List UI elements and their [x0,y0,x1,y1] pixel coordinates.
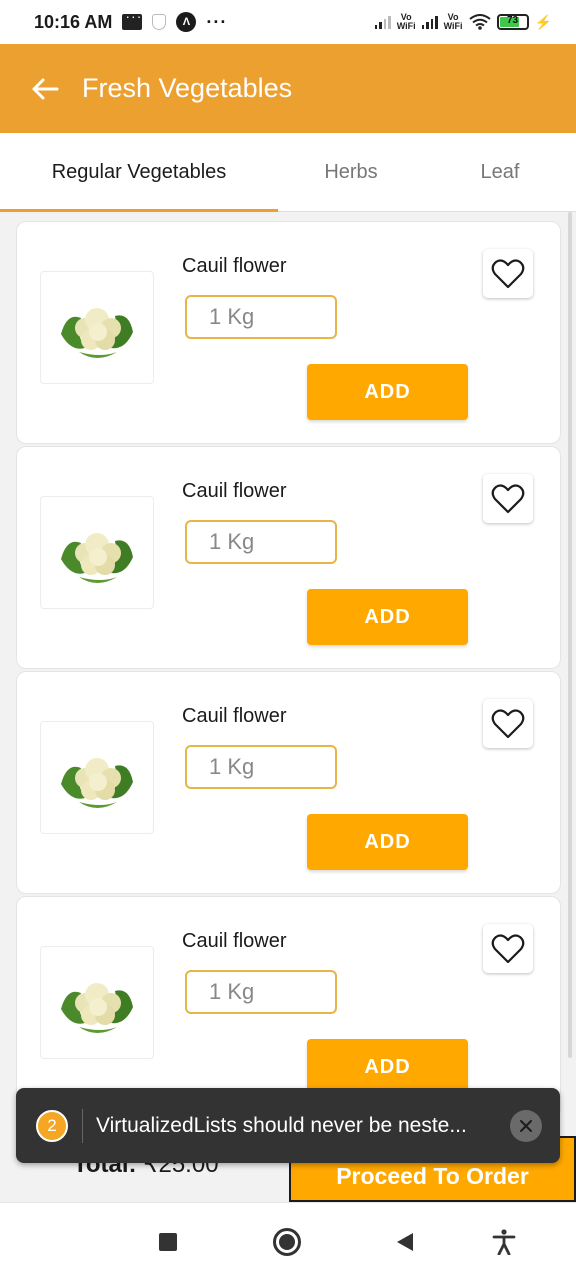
quantity-field[interactable]: 1 Kg [185,745,337,789]
product-name: Cauil flower [182,930,287,952]
vowifi-sublabel: WiFi [396,21,416,31]
signal-icon [374,15,391,29]
heart-icon [491,708,525,738]
product-list: Cauil flower 1 Kg ADD Cauil flower 1 Kg … [16,221,561,1121]
page-title: Fresh Vegetables [82,73,293,103]
tab-regular-vegetables[interactable]: Regular Vegetables [0,133,278,212]
toast-divider [82,1108,83,1143]
product-card: Cauil flower 1 Kg ADD [16,221,561,444]
product-image [40,496,154,609]
back-triangle-icon[interactable] [390,1227,420,1257]
app-header: Fresh Vegetables [0,44,576,133]
favorite-button[interactable] [483,249,533,298]
warning-toast[interactable]: 2 VirtualizedLists should never be neste… [16,1088,560,1163]
quantity-field[interactable]: 1 Kg [185,295,337,339]
product-image [40,946,154,1059]
quantity-field[interactable]: 1 Kg [185,970,337,1014]
battery-level: 73 [507,15,519,26]
product-name: Cauil flower [182,480,287,502]
recents-square-icon[interactable] [153,1227,183,1257]
status-left: 10:16 AM Λ ··· [34,8,228,33]
list-scrollbar[interactable] [568,212,572,1058]
vowifi-icon: Vo WiFi [444,13,463,31]
tab-leaf[interactable]: Leaf [424,133,576,211]
home-circle-icon[interactable] [272,1227,302,1257]
product-card: Cauil flower 1 Kg ADD [16,896,561,1119]
add-button[interactable]: ADD [307,589,468,645]
status-right: Vo WiFi Vo WiFi 73 ⚡ [374,13,552,31]
product-name: Cauil flower [182,255,287,277]
shield-icon [152,14,167,30]
accessibility-icon[interactable] [489,1227,519,1257]
system-nav-bar [0,1202,576,1280]
tab-herbs[interactable]: Herbs [278,133,424,211]
vowifi-icon: Vo WiFi [397,13,416,31]
product-card: Cauil flower 1 Kg ADD [16,446,561,669]
product-image [40,271,154,384]
favorite-button[interactable] [483,474,533,523]
heart-icon [491,933,525,963]
signal-icon [421,15,438,29]
add-button[interactable]: ADD [307,364,468,420]
add-button[interactable]: ADD [307,814,468,870]
wifi-icon [468,14,491,30]
toast-count-badge: 2 [36,1109,68,1142]
toast-message: VirtualizedLists should never be neste..… [96,1113,467,1137]
quantity-field[interactable]: 1 Kg [185,520,337,564]
category-tabs: Regular Vegetables Herbs Leaf [0,133,576,212]
product-card: Cauil flower 1 Kg ADD [16,671,561,894]
status-bar: 10:16 AM Λ ··· VoWiFi VoWiFi 73 ⚡ [0,0,576,44]
charging-icon: ⚡ [534,13,552,30]
vowifi-sublabel: WiFi [443,21,463,31]
back-arrow-icon[interactable] [30,74,60,104]
close-icon[interactable] [510,1110,542,1142]
status-time: 10:16 AM [34,11,113,32]
expo-icon: Λ [176,12,197,32]
favorite-button[interactable] [483,699,533,748]
favorite-button[interactable] [483,924,533,973]
product-name: Cauil flower [182,705,287,727]
message-icon [122,8,143,30]
product-image [40,721,154,834]
heart-icon [491,258,525,288]
add-button[interactable]: ADD [307,1039,468,1095]
heart-icon [491,483,525,513]
battery-icon: 73 [496,14,529,30]
more-dots-icon: ··· [206,11,228,32]
